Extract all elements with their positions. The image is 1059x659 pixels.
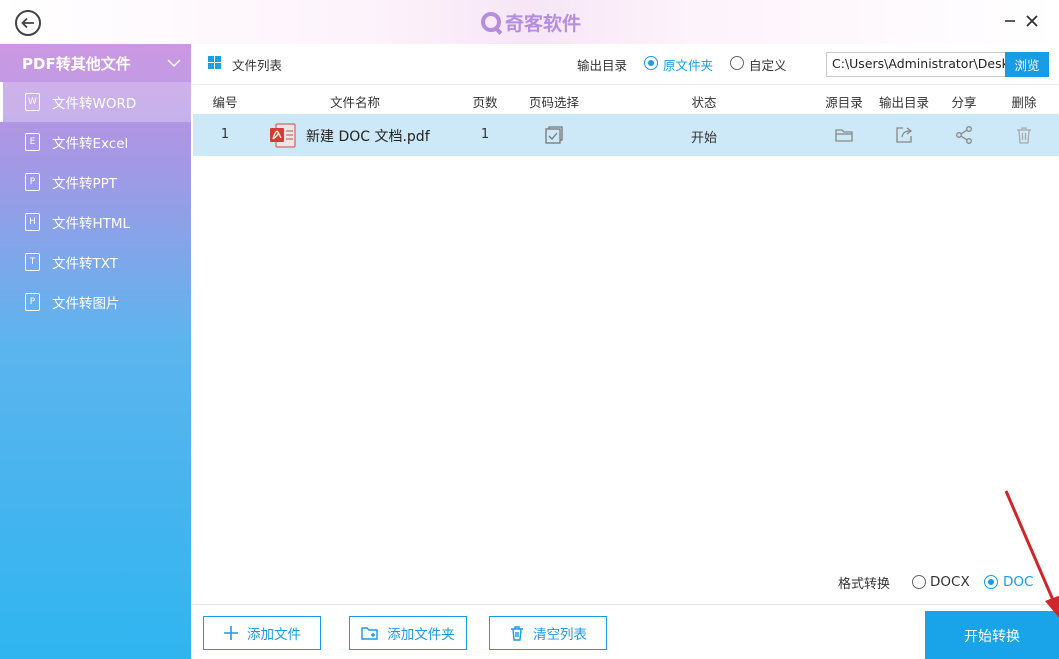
- sidebar-item-txt[interactable]: T 文件转TXT: [0, 242, 191, 282]
- main-panel: 文件列表 输出目录 原文件夹 自定义 C:\Users\Administrato…: [193, 44, 1059, 659]
- folder-add-icon: [361, 627, 378, 640]
- source-folder-radio[interactable]: [644, 56, 658, 70]
- close-icon: [1026, 15, 1038, 27]
- sidebar-item-ppt[interactable]: P 文件转PPT: [0, 162, 191, 202]
- col-delete: 删除: [1011, 95, 1037, 110]
- format-label: 格式转换: [838, 577, 891, 592]
- file-icon: P: [25, 293, 40, 311]
- grid-icon: [208, 56, 221, 69]
- app-logo: 奇客软件: [481, 9, 581, 35]
- output-path-field[interactable]: C:\Users\Administrator\Desk: [826, 52, 1006, 77]
- sidebar-item-word[interactable]: W 文件转WORD: [0, 82, 191, 122]
- sidebar-item-image[interactable]: P 文件转图片: [0, 282, 191, 322]
- add-folder-label: 添加文件夹: [387, 627, 455, 643]
- sidebar: PDF转其他文件 W 文件转WORD E 文件转Excel P 文件转PPT H…: [0, 44, 191, 659]
- logo-text: 奇客软件: [505, 12, 582, 35]
- sidebar-item-label: 文件转图片: [52, 296, 120, 312]
- sidebar-item-label: 文件转TXT: [52, 256, 119, 272]
- col-page-select: 页码选择: [528, 95, 580, 110]
- folder-icon[interactable]: [834, 125, 854, 145]
- add-file-button[interactable]: 添加文件: [203, 616, 321, 650]
- file-list-title: 文件列表: [232, 58, 283, 73]
- trash-icon: [511, 626, 523, 641]
- col-status: 状态: [691, 95, 717, 110]
- col-index: 编号: [212, 95, 238, 110]
- sidebar-item-excel[interactable]: E 文件转Excel: [0, 122, 191, 162]
- table-header: 编号 文件名称 页数 页码选择 状态 源目录 输出目录 分享 删除: [193, 84, 1059, 114]
- file-icon: P: [25, 173, 40, 191]
- custom-dir-radio[interactable]: [730, 56, 744, 70]
- output-dir-label: 输出目录: [577, 58, 628, 73]
- title-bar: 奇客软件: [0, 0, 1059, 44]
- docx-radio[interactable]: [912, 575, 926, 589]
- share-icon[interactable]: [954, 125, 974, 145]
- row-index: 1: [220, 127, 230, 142]
- row-pages: 1: [480, 127, 490, 142]
- trash-icon[interactable]: [1014, 125, 1034, 145]
- arrow-left-icon: [21, 17, 34, 29]
- file-icon: E: [25, 133, 40, 151]
- add-file-label: 添加文件: [247, 627, 301, 643]
- sidebar-item-html[interactable]: H 文件转HTML: [0, 202, 191, 242]
- sidebar-header-label: PDF转其他文件: [22, 54, 131, 73]
- file-icon: W: [25, 93, 40, 111]
- logo-mark-icon: [481, 12, 501, 32]
- doc-radio[interactable]: [984, 575, 998, 589]
- col-pages: 页数: [472, 95, 498, 110]
- start-convert-button[interactable]: 开始转换: [925, 611, 1059, 659]
- col-filename: 文件名称: [329, 95, 381, 110]
- custom-dir-label[interactable]: 自定义: [749, 55, 787, 74]
- col-share: 分享: [951, 95, 977, 110]
- doc-label[interactable]: DOC: [1003, 574, 1033, 590]
- minimize-button[interactable]: [999, 10, 1021, 32]
- add-folder-button[interactable]: 添加文件夹: [349, 616, 467, 650]
- plus-icon: [224, 626, 238, 640]
- source-folder-label[interactable]: 原文件夹: [663, 55, 713, 74]
- sidebar-item-label: 文件转Excel: [52, 136, 129, 152]
- sidebar-item-label: 文件转WORD: [52, 96, 137, 112]
- clear-list-label: 清空列表: [533, 627, 587, 643]
- file-icon: H: [25, 213, 40, 231]
- close-button[interactable]: [1021, 10, 1043, 32]
- page-select-icon[interactable]: [544, 125, 564, 145]
- chevron-down-icon: [167, 59, 181, 67]
- minimize-icon: [1005, 20, 1015, 22]
- pdf-file-icon: [270, 123, 296, 148]
- export-icon[interactable]: [894, 125, 914, 145]
- table-row[interactable]: 1 新建 DOC 文档.pdf 1 开始: [193, 114, 1059, 156]
- footer-bar: 添加文件 添加文件夹 清空列表 开始转换: [193, 604, 1059, 659]
- clear-list-button[interactable]: 清空列表: [489, 616, 607, 650]
- sidebar-item-label: 文件转PPT: [52, 176, 118, 192]
- browse-button[interactable]: 浏览: [1005, 52, 1049, 77]
- sidebar-header[interactable]: PDF转其他文件: [0, 44, 191, 82]
- back-button[interactable]: [15, 10, 41, 36]
- toolbar: 文件列表 输出目录 原文件夹 自定义 C:\Users\Administrato…: [193, 44, 1059, 84]
- sidebar-item-label: 文件转HTML: [52, 216, 131, 232]
- row-status[interactable]: 开始: [691, 127, 717, 146]
- docx-label[interactable]: DOCX: [930, 574, 970, 590]
- col-source-dir: 源目录: [825, 95, 863, 110]
- row-filename: 新建 DOC 文档.pdf: [306, 129, 430, 145]
- col-output-dir: 输出目录: [878, 95, 930, 110]
- file-icon: T: [25, 253, 40, 271]
